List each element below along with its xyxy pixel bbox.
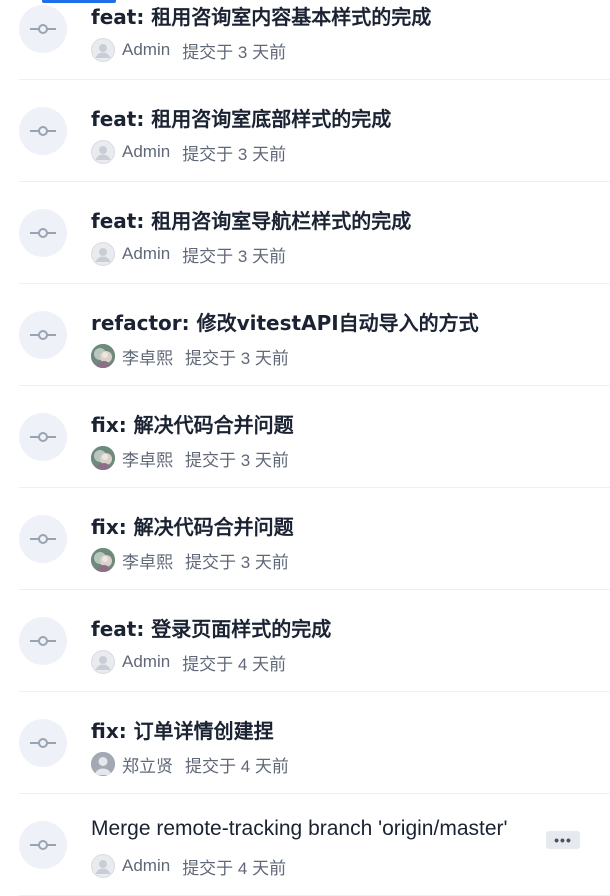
commit-item[interactable]: feat: 租用咨询室导航栏样式的完成 Admin 提交于 3 天前	[19, 182, 610, 284]
user-avatar-icon	[91, 140, 115, 164]
commit-meta: 郑立贤 提交于 4 天前	[91, 752, 289, 776]
commit-time: 提交于 4 天前	[182, 858, 287, 878]
user-avatar-icon	[91, 242, 115, 266]
commit-author[interactable]: 李卓熙	[122, 548, 173, 573]
commit-title[interactable]: refactor: 修改vitestAPI自动导入的方式	[91, 307, 479, 336]
more-horizontal-icon[interactable]: •••	[546, 831, 580, 849]
user-photo-avatar	[91, 548, 115, 572]
commit-title[interactable]: fix: 订单详情创建捏	[91, 715, 274, 744]
commit-time: 提交于 3 天前	[185, 348, 289, 368]
git-commit-icon	[19, 5, 67, 53]
git-commit-icon	[19, 515, 67, 563]
commit-list: feat: 租用咨询室内容基本样式的完成 Admin 提交于 3 天前 feat…	[0, 0, 610, 896]
commit-meta: 李卓熙 提交于 3 天前	[91, 446, 289, 470]
commit-item[interactable]: feat: 租用咨询室内容基本样式的完成 Admin 提交于 3 天前	[19, 0, 610, 80]
commit-meta: 李卓熙 提交于 3 天前	[91, 548, 289, 572]
git-commit-icon	[19, 413, 67, 461]
commit-author[interactable]: 郑立贤	[122, 752, 173, 777]
commit-time: 提交于 3 天前	[182, 42, 287, 62]
commit-item[interactable]: feat: 登录页面样式的完成 Admin 提交于 4 天前	[19, 590, 610, 692]
commit-meta: Admin 提交于 3 天前	[91, 242, 286, 266]
commit-title[interactable]: feat: 租用咨询室导航栏样式的完成	[91, 205, 411, 234]
commit-item[interactable]: feat: 租用咨询室底部样式的完成 Admin 提交于 3 天前	[19, 80, 610, 182]
commit-meta: Admin 提交于 4 天前	[91, 650, 286, 674]
user-avatar-icon	[91, 854, 115, 878]
user-avatar-icon	[91, 752, 115, 776]
commit-meta: Admin 提交于 4 天前	[91, 854, 286, 878]
commit-meta: Admin 提交于 3 天前	[91, 140, 286, 164]
commit-item[interactable]: fix: 订单详情创建捏 郑立贤 提交于 4 天前	[19, 692, 610, 794]
git-commit-icon	[19, 311, 67, 359]
commit-author[interactable]: Admin	[122, 244, 170, 264]
commit-time: 提交于 3 天前	[185, 552, 289, 572]
commit-author[interactable]: Admin	[122, 856, 170, 876]
commit-meta: Admin 提交于 3 天前	[91, 38, 286, 62]
git-commit-icon	[19, 209, 67, 257]
git-commit-icon	[19, 107, 67, 155]
user-photo-avatar	[91, 446, 115, 470]
commit-title[interactable]: Merge remote-tracking branch 'origin/mas…	[91, 817, 508, 841]
commit-author[interactable]: Admin	[122, 142, 170, 162]
commit-author[interactable]: Admin	[122, 652, 170, 672]
git-commit-icon	[19, 821, 67, 869]
commit-time: 提交于 3 天前	[182, 246, 287, 266]
commit-time: 提交于 4 天前	[182, 654, 287, 674]
git-commit-icon	[19, 719, 67, 767]
commit-item[interactable]: Merge remote-tracking branch 'origin/mas…	[19, 794, 610, 896]
commit-time: 提交于 3 天前	[182, 144, 287, 164]
commit-item[interactable]: fix: 解决代码合并问题 李卓熙 提交于 3 天前	[19, 488, 610, 590]
commit-meta: 李卓熙 提交于 3 天前	[91, 344, 289, 368]
commit-title[interactable]: fix: 解决代码合并问题	[91, 511, 294, 540]
commit-item[interactable]: fix: 解决代码合并问题 李卓熙 提交于 3 天前	[19, 386, 610, 488]
user-photo-avatar	[91, 344, 115, 368]
commit-time: 提交于 4 天前	[185, 756, 289, 776]
commit-author[interactable]: Admin	[122, 40, 170, 60]
commit-time: 提交于 3 天前	[185, 450, 289, 470]
commit-title[interactable]: feat: 租用咨询室内容基本样式的完成	[91, 1, 431, 30]
commit-item[interactable]: refactor: 修改vitestAPI自动导入的方式 李卓熙 提交于 3 天…	[19, 284, 610, 386]
commit-title[interactable]: feat: 租用咨询室底部样式的完成	[91, 103, 391, 132]
commit-author[interactable]: 李卓熙	[122, 446, 173, 471]
git-commit-icon	[19, 617, 67, 665]
user-avatar-icon	[91, 38, 115, 62]
commit-title[interactable]: fix: 解决代码合并问题	[91, 409, 294, 438]
commit-title[interactable]: feat: 登录页面样式的完成	[91, 613, 331, 642]
commit-author[interactable]: 李卓熙	[122, 344, 173, 369]
user-avatar-icon	[91, 650, 115, 674]
